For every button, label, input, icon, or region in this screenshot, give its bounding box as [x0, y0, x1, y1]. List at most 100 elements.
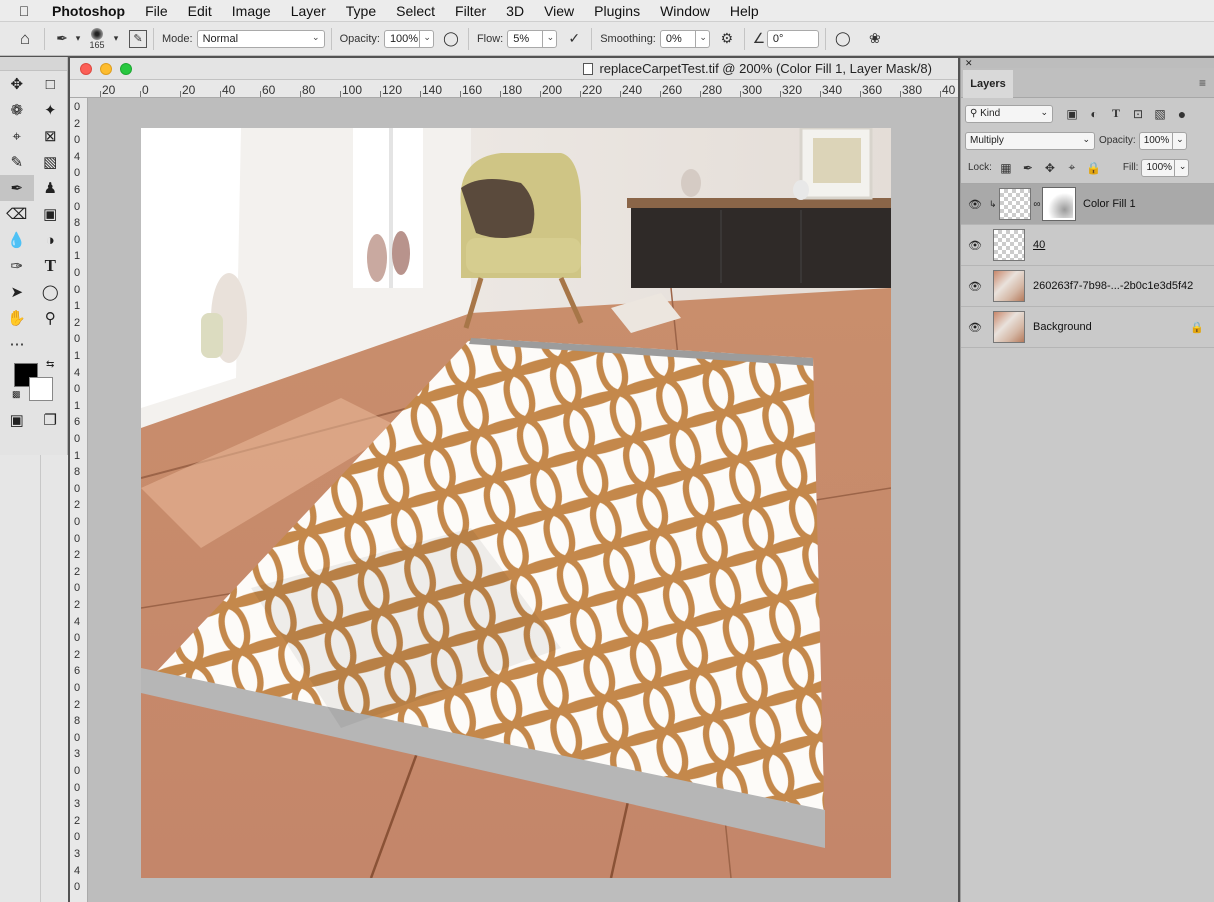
lock-image-icon[interactable]: ✒	[1017, 161, 1039, 175]
zoom-window-button[interactable]	[120, 63, 132, 75]
fill-input[interactable]: 100%	[1141, 158, 1176, 177]
path-selection-tool-icon[interactable]: ➤	[0, 279, 34, 305]
layer-opacity-dropdown[interactable]: ⌄	[1172, 131, 1187, 150]
pressure-opacity-icon[interactable]: ◯	[440, 28, 462, 50]
background-color-swatch[interactable]	[29, 377, 53, 401]
menu-file[interactable]: File	[135, 0, 178, 22]
frame-tool-icon[interactable]: ⊠	[34, 123, 68, 149]
default-colors-icon[interactable]: ▩	[12, 389, 21, 400]
eye-icon[interactable]: 👁	[961, 321, 989, 334]
symmetry-butterfly-icon[interactable]: ❀	[864, 28, 886, 50]
layer-40[interactable]: 👁 40	[961, 225, 1214, 266]
menu-filter[interactable]: Filter	[445, 0, 496, 22]
eyedropper-tool-icon[interactable]: ✎	[0, 149, 34, 175]
filter-type-icon[interactable]: T	[1105, 106, 1127, 121]
flow-input[interactable]: 5%	[507, 29, 544, 48]
blend-mode-select[interactable]: Multiply ⌄	[965, 131, 1095, 150]
quick-mask-icon[interactable]: ▣	[0, 407, 34, 433]
filter-smart-object-icon[interactable]: ▧	[1149, 107, 1171, 121]
filter-adjustment-icon[interactable]: ◐	[1083, 107, 1105, 121]
layer-260263f7[interactable]: 👁 260263f7-7b98-...-2b0c1e3d5f42	[961, 266, 1214, 307]
menu-layer[interactable]: Layer	[281, 0, 336, 22]
flow-dropdown[interactable]: ⌄	[543, 29, 558, 48]
magic-wand-tool-icon[interactable]: ✦	[34, 97, 68, 123]
minimize-window-button[interactable]	[100, 63, 112, 75]
horizontal-ruler[interactable]: 20 0 20 40 60 80 100 120 140 160 180 200 220 240 260 28…	[70, 80, 958, 98]
menu-app-photoshop[interactable]: Photoshop	[48, 0, 135, 22]
menu-select[interactable]: Select	[386, 0, 445, 22]
filter-shape-icon[interactable]: ⊡	[1127, 107, 1149, 121]
chevron-down-icon[interactable]: ▾	[73, 28, 83, 50]
brush-angle-input[interactable]: 0°	[766, 29, 819, 48]
menu-window[interactable]: Window	[650, 0, 720, 22]
ruler-label: 60	[262, 83, 276, 97]
brush-tool-icon[interactable]: ✒	[51, 28, 73, 50]
document-title-bar[interactable]: replaceCarpetTest.tif @ 200% (Color Fill…	[70, 58, 958, 80]
opacity-dropdown[interactable]: ⌄	[419, 29, 434, 48]
toolbox-grip[interactable]	[0, 57, 67, 71]
pen-tool-icon[interactable]: ✑	[0, 253, 34, 279]
screen-mode-icon[interactable]: ❐	[34, 407, 68, 433]
menu-3d[interactable]: 3D	[496, 0, 534, 22]
eraser-tool-icon[interactable]: ⌫	[0, 201, 34, 227]
layer-color-fill-1[interactable]: 👁 ↳ ∞ Color Fill 1	[961, 184, 1214, 225]
brush-preset-picker[interactable]: 165	[83, 27, 111, 50]
menu-edit[interactable]: Edit	[178, 0, 222, 22]
menu-type[interactable]: Type	[336, 0, 386, 22]
airbrush-icon[interactable]: ✓	[563, 28, 585, 50]
apple-icon[interactable]: 	[0, 3, 48, 19]
dodge-tool-icon[interactable]: ◑	[34, 227, 68, 253]
ellipse-tool-icon[interactable]: ◯	[34, 279, 68, 305]
lock-all-icon[interactable]: 🔒	[1083, 161, 1105, 175]
close-icon[interactable]: ✕	[961, 58, 1214, 68]
crop-tool-icon[interactable]: ⌖	[0, 123, 34, 149]
menu-view[interactable]: View	[534, 0, 584, 22]
gear-icon[interactable]: ⚙	[716, 28, 738, 50]
layer-filter-kind-select[interactable]: ⚲ Kind ⌄	[965, 104, 1053, 123]
more-tools-icon[interactable]: ⋯	[0, 331, 34, 357]
menu-image[interactable]: Image	[222, 0, 281, 22]
eye-icon[interactable]: 👁	[961, 239, 989, 252]
lock-position-icon[interactable]: ✥	[1039, 161, 1061, 175]
marquee-tool-icon[interactable]: □	[34, 71, 68, 97]
lock-transparent-icon[interactable]: ▦	[995, 161, 1017, 175]
brush-settings-panel-icon[interactable]: ✎	[129, 29, 147, 48]
vertical-ruler[interactable]: 0 2 0 4 0 6 0 8 0 1 0 0 1 2 0 1 4 0 1 6 0 1 8 0 2 0 0 2 2 0 2 4 0 2 6 0 2 8 0 3…	[70, 98, 88, 902]
tab-layers[interactable]: Layers	[963, 70, 1013, 98]
layer-opacity-input[interactable]: 100%	[1138, 131, 1173, 150]
filter-pixel-icon[interactable]: ▣	[1061, 107, 1083, 121]
stamp-tool-icon[interactable]: ♟	[34, 175, 68, 201]
link-icon[interactable]: ∞	[1031, 199, 1043, 210]
close-window-button[interactable]	[80, 63, 92, 75]
panel-menu-icon[interactable]: ≡	[1199, 76, 1206, 90]
smoothing-input[interactable]: 0%	[659, 29, 696, 48]
eye-icon[interactable]: 👁	[961, 198, 989, 211]
opacity-input[interactable]: 100%	[383, 29, 420, 48]
smoothing-dropdown[interactable]: ⌄	[695, 29, 710, 48]
mode-select[interactable]: Normal ⌄	[196, 29, 325, 48]
hand-tool-icon[interactable]: ✋	[0, 305, 34, 331]
swap-colors-icon[interactable]: ⇆	[46, 359, 54, 370]
fill-dropdown[interactable]: ⌄	[1175, 158, 1190, 177]
canvas-image[interactable]	[141, 128, 891, 878]
layer-background[interactable]: 👁 Background 🔒	[961, 307, 1214, 348]
eye-icon[interactable]: 👁	[961, 280, 989, 293]
lock-artboard-icon[interactable]: ⌖	[1061, 160, 1083, 175]
pressure-size-icon[interactable]: ◯	[832, 28, 854, 50]
filter-toggle-icon[interactable]: ●	[1171, 106, 1193, 122]
type-tool-icon[interactable]: T	[34, 253, 68, 279]
brush-tool-icon[interactable]: ✒	[0, 175, 34, 201]
home-icon[interactable]: ⌂	[12, 28, 38, 50]
ruler-tick	[580, 91, 581, 97]
layer-mask-thumbnail[interactable]	[1042, 187, 1076, 221]
menu-help[interactable]: Help	[720, 0, 769, 22]
lasso-tool-icon[interactable]: ❁	[0, 97, 34, 123]
zoom-tool-icon[interactable]: ⚲	[34, 305, 68, 331]
move-tool-icon[interactable]: ✥	[0, 71, 34, 97]
gradient-tool-icon[interactable]: ▣	[34, 201, 68, 227]
menu-plugins[interactable]: Plugins	[584, 0, 650, 22]
blur-tool-icon[interactable]: 💧	[0, 227, 34, 253]
left-panel-strip	[0, 455, 68, 902]
healing-brush-tool-icon[interactable]: ▧	[34, 149, 68, 175]
chevron-down-icon[interactable]: ▾	[111, 28, 121, 50]
